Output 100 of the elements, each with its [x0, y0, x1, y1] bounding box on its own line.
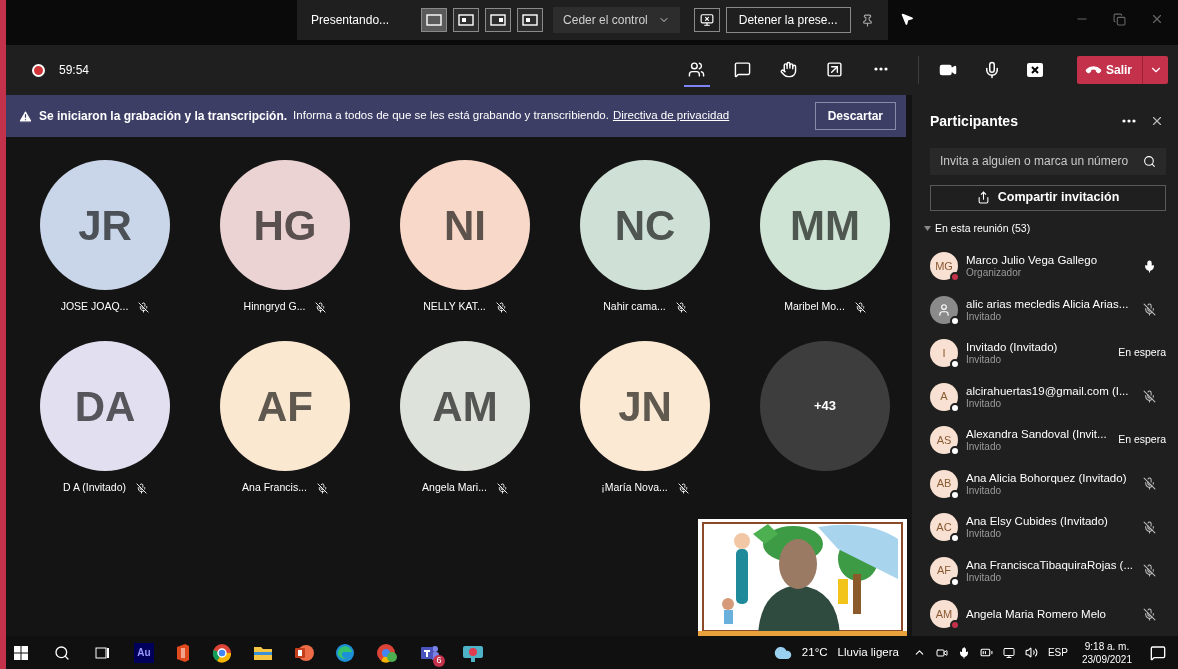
audition-app-icon[interactable]: Au: [134, 642, 154, 663]
participant-role: Invitado: [966, 571, 1003, 584]
participant-role: Invitado: [966, 310, 1003, 323]
waiting-status: En espera: [1118, 432, 1166, 448]
share-icon: [976, 191, 990, 205]
muted-mic-icon: [1143, 520, 1156, 534]
microphone-tray-icon[interactable]: [957, 646, 970, 659]
language-indicator[interactable]: ESP: [1047, 645, 1068, 660]
layout-button[interactable]: [421, 8, 448, 32]
participant-name: alic arias mecledis Alicia Arias...: [966, 296, 1130, 311]
invite-search-field[interactable]: Invita a alguien o marca un número: [930, 147, 1166, 175]
user-avatar: AB: [930, 469, 958, 498]
privacy-policy-link[interactable]: Directiva de privacidad: [612, 107, 730, 125]
participant-name: Hinngryd G...: [243, 299, 306, 315]
user-avatar: AS: [930, 426, 958, 455]
dismiss-button[interactable]: Descartar: [814, 102, 896, 130]
participant-avatar: DA: [40, 341, 170, 471]
muted-mic-icon: [136, 482, 147, 494]
layout-icon: [522, 14, 539, 26]
more-participants-tile[interactable]: +43: [760, 341, 890, 471]
muted-mic-icon: [496, 482, 508, 494]
edge-app-icon[interactable]: [335, 642, 355, 663]
temperature: 21°C: [801, 644, 828, 660]
participant-avatar: NI: [400, 160, 530, 290]
office-app-icon[interactable]: [175, 642, 191, 663]
participant-name: JOSE JOAQ...: [60, 299, 129, 315]
chrome-profile-app-icon[interactable]: [376, 642, 398, 663]
close-icon[interactable]: [1150, 12, 1164, 26]
people-icon: [688, 60, 706, 78]
more-icon: [874, 67, 888, 71]
more-options-icon[interactable]: [1122, 119, 1136, 124]
search-icon: [1143, 154, 1156, 168]
participant-avatar: AF: [220, 341, 350, 471]
participant-name: D A (Invitado): [63, 480, 126, 496]
share-invitation-button[interactable]: Compartir invitación: [930, 184, 1166, 211]
pin-icon[interactable]: [860, 13, 874, 27]
participant-row[interactable]: AS Alexandra Sandoval (Invit... Invitado En espera: [930, 418, 1166, 462]
participant-role: Organizador: [966, 267, 1023, 280]
leave-button[interactable]: Salir: [1077, 56, 1142, 84]
chrome-app-icon[interactable]: [212, 642, 232, 663]
give-control-dropdown[interactable]: Ceder el control: [553, 7, 680, 33]
banner-message: Informa a todos de que se les está grabando y transcribiendo.: [293, 108, 609, 124]
notifications-icon[interactable]: [1150, 644, 1166, 661]
mouse-pointer-icon: [899, 12, 914, 26]
section-header[interactable]: En esta reunión (53): [924, 220, 1166, 237]
monitor-off-icon: [699, 13, 714, 27]
participant-name: Ana FranciscaTibaquiraRojas (...: [966, 557, 1135, 572]
participant-name: alcirahuertas19@gmail.com (I...: [966, 383, 1130, 398]
participant-row[interactable]: I Invitado (Invitado) Invitado En espera: [930, 331, 1166, 375]
clock-date: 23/09/2021: [1081, 652, 1132, 666]
participant-name: Ana Alicia Bohorquez (Invitado): [966, 470, 1128, 485]
participant-row[interactable]: AF Ana FranciscaTibaquiraRojas (... Invitado: [930, 549, 1166, 593]
participant-row[interactable]: A alcirahuertas19@gmail.com (I... Invitado: [930, 375, 1166, 419]
participant-avatar: HG: [220, 160, 350, 290]
muted-mic-icon: [677, 482, 689, 494]
participant-avatar: JR: [40, 160, 170, 290]
user-avatar: I: [930, 339, 958, 368]
weather-text: Lluvia ligera: [837, 644, 899, 660]
participant-role: Invitado: [966, 441, 1003, 454]
layout-icon: [458, 14, 475, 26]
volume-icon[interactable]: [1024, 646, 1038, 659]
participant-row[interactable]: AC Ana Elsy Cubides (Invitado) Invitado: [930, 505, 1166, 549]
muted-mic-icon: [495, 301, 507, 313]
participant-name: NELLY KAT...: [423, 299, 486, 315]
participant-name: Marco Julio Vega Gallego: [966, 253, 1099, 268]
participant-role: Invitado: [966, 484, 1003, 497]
muted-mic-icon: [1143, 607, 1156, 621]
task-view-icon[interactable]: [94, 644, 110, 661]
battery-icon[interactable]: [979, 646, 993, 659]
participant-name: Angela Maria Romero Melo: [966, 607, 1107, 622]
layout-button[interactable]: [485, 8, 512, 32]
waiting-status: En espera: [1118, 345, 1166, 361]
banner-title: Se iniciaron la grabación y la transcripción.: [39, 108, 288, 125]
participant-row[interactable]: AB Ana Alicia Bohorquez (Invitado) Invitado: [930, 462, 1166, 506]
participant-row[interactable]: AM Angela Maria Romero Melo: [930, 592, 1166, 636]
participant-name: Alexandra Sandoval (Invit...: [966, 427, 1108, 442]
muted-mic-icon: [1143, 390, 1156, 404]
microphone-icon: [1143, 259, 1156, 273]
participant-role: Invitado: [966, 397, 1003, 410]
stop-presenting-button[interactable]: Detener la prese...: [725, 7, 851, 33]
participant-avatar: JN: [580, 341, 710, 471]
user-avatar: AC: [930, 513, 958, 542]
clock-time: 9:18 a. m.: [1084, 639, 1130, 653]
muted-mic-icon: [1143, 477, 1156, 491]
microphone-icon[interactable]: [983, 61, 1001, 79]
participant-name: Ana Francis...: [242, 480, 307, 496]
powerpoint-app-icon[interactable]: [294, 642, 314, 663]
layout-button[interactable]: [453, 8, 480, 32]
stop-screen-share-button[interactable]: [693, 8, 720, 32]
layout-button[interactable]: [517, 8, 544, 32]
share-tray-icon[interactable]: [1027, 63, 1043, 77]
camera-tray-icon[interactable]: [935, 646, 948, 659]
participant-row[interactable]: MG Marco Julio Vega Gallego Organizador: [930, 244, 1166, 288]
participant-name: Maribel Mo...: [784, 299, 845, 315]
muted-mic-icon: [138, 301, 150, 313]
windows-logo-icon[interactable]: [14, 645, 28, 660]
restore-icon[interactable]: [1113, 12, 1126, 26]
participant-row[interactable]: alic arias mecledis Alicia Arias... Invitado: [930, 288, 1166, 332]
search-icon[interactable]: [54, 644, 70, 661]
network-icon[interactable]: [1002, 646, 1015, 659]
